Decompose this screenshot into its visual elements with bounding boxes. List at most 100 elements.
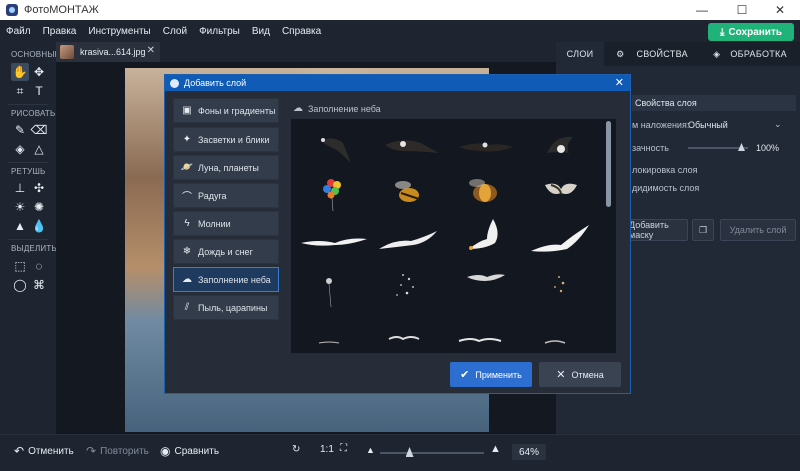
chevron-down-icon[interactable]: ⌄ — [774, 119, 782, 130]
overlay-thumbnail[interactable] — [373, 125, 443, 169]
add-mask-button[interactable]: Добавить маску — [628, 219, 688, 241]
overlay-thumbnail[interactable] — [299, 219, 369, 263]
category-label: Молнии — [198, 218, 231, 229]
rotate-button[interactable]: ↻ — [292, 444, 300, 455]
redo-icon: ↷ — [86, 444, 97, 458]
brightness-tool-icon[interactable]: ☀ — [11, 198, 29, 216]
compare-button[interactable]: ◉ Сравнить — [160, 444, 219, 458]
ellipse-select-icon[interactable]: ◌ — [30, 257, 48, 275]
blur-tool-icon[interactable]: 💧 — [30, 217, 48, 235]
overlay-thumbnail[interactable] — [299, 125, 369, 169]
overlay-thumbnail[interactable] — [449, 171, 519, 215]
gallery-scrollbar[interactable] — [606, 121, 611, 207]
dialog-title-bar: Добавить слой ✕ — [165, 75, 630, 91]
menu-file[interactable]: Файл — [0, 26, 37, 37]
menu-tools[interactable]: Инструменты — [82, 26, 156, 37]
fill-tool-icon[interactable]: ◈ — [11, 140, 29, 158]
polygon-select-icon[interactable]: ⌘ — [30, 276, 48, 294]
apply-button[interactable]: ✔ Применить — [450, 362, 532, 387]
category-sky-fill[interactable]: ☁ Заполнение неба — [173, 267, 279, 292]
overlay-thumbnail[interactable] — [525, 265, 595, 309]
category-rainbow[interactable]: ⌒ Радуга — [173, 183, 279, 208]
overlay-thumbnail[interactable] — [299, 267, 369, 311]
overlay-thumbnail[interactable] — [373, 311, 443, 353]
category-backgrounds[interactable]: ▣ Фоны и градиенты — [173, 98, 279, 123]
text-tool-icon[interactable]: T — [30, 82, 48, 100]
close-icon: ✕ — [556, 369, 566, 381]
overlay-thumbnail[interactable] — [373, 265, 443, 309]
layer-properties-header[interactable]: Свойства слоя — [632, 95, 796, 111]
overlay-thumbnail[interactable] — [373, 219, 443, 263]
toolbox: ОСНОВНЫЕ ✋ ✥ ⌗ T РИСОВАТЬ ✎ ⌫ ◈ △ РЕТУШЬ… — [0, 42, 60, 434]
overlay-gallery[interactable] — [291, 119, 616, 353]
eraser-tool-icon[interactable]: ⌫ — [30, 121, 48, 139]
category-rain-snow[interactable]: ❄ Дождь и снег — [173, 239, 279, 264]
maximize-button[interactable]: ☐ — [722, 0, 762, 20]
overlay-thumbnail[interactable] — [449, 215, 519, 259]
menu-view[interactable]: Вид — [246, 26, 276, 37]
shapes-tool-icon[interactable]: △ — [30, 140, 48, 158]
zoom-in-icon[interactable]: ▲ — [490, 443, 501, 455]
crop-tool-icon[interactable]: ⌗ — [11, 82, 29, 100]
cancel-button[interactable]: ✕ Отмена — [539, 362, 621, 387]
menu-edit[interactable]: Правка — [37, 26, 83, 37]
zoom-out-icon[interactable]: ▲ — [366, 445, 375, 455]
sharpen-tool-icon[interactable]: ▲ — [11, 217, 29, 235]
redo-button[interactable]: ↷ Повторить — [86, 444, 149, 458]
tab-layers[interactable]: СЛОИ — [556, 42, 604, 66]
undo-label: Отменить — [28, 445, 74, 457]
minimize-button[interactable]: — — [682, 0, 722, 20]
menu-layer[interactable]: Слой — [157, 26, 193, 37]
file-tab[interactable]: krasiva...614.jpg ✕ — [56, 42, 160, 62]
menu-help[interactable]: Справка — [276, 26, 327, 37]
lasso-select-icon[interactable]: ◯ — [11, 276, 29, 294]
layer-lock-label[interactable]: локировка слоя — [632, 165, 698, 175]
app-logo-icon — [6, 4, 18, 16]
toolbox-divider — [8, 104, 48, 105]
toolbox-section-select: ВЫДЕЛИТЬ — [11, 244, 57, 253]
category-moon-planets[interactable]: 🪐 Луна, планеты — [173, 155, 279, 180]
save-button[interactable]: ⤓ Сохранить — [708, 23, 794, 41]
overlay-thumbnail[interactable] — [299, 313, 369, 353]
patch-tool-icon[interactable]: ✣ — [30, 179, 48, 197]
gallery-header: ☁ Заполнение неба — [293, 103, 381, 114]
actual-size-button[interactable]: 1:1 — [320, 444, 334, 455]
hand-tool-icon[interactable]: ✋ — [11, 63, 29, 81]
overlay-thumbnail[interactable] — [449, 125, 519, 169]
dodge-tool-icon[interactable]: ✺ — [30, 198, 48, 216]
layer-visibility-label[interactable]: дидимость слоя — [632, 183, 699, 193]
tab-processing[interactable]: ◈ ОБРАБОТКА — [700, 42, 800, 66]
rect-select-icon[interactable]: ⬚ — [11, 257, 29, 275]
overlay-thumbnail[interactable] — [449, 311, 519, 353]
menu-filters[interactable]: Фильтры — [193, 26, 246, 37]
undo-button[interactable]: ↶ Отменить — [14, 444, 74, 458]
zoom-value[interactable]: 64% — [512, 444, 546, 460]
category-lightning[interactable]: ϟ Молнии — [173, 211, 279, 236]
close-tab-icon[interactable]: ✕ — [147, 45, 155, 56]
move-tool-icon[interactable]: ✥ — [30, 63, 48, 81]
blend-mode-select[interactable]: Обычный — [688, 120, 728, 130]
category-dust-scratches[interactable]: ⫽ Пыль, царапины — [173, 295, 279, 320]
overlay-thumbnail[interactable] — [525, 219, 595, 263]
dialog-title: Добавить слой — [184, 78, 247, 88]
zoom-slider-track[interactable] — [380, 452, 484, 454]
stamp-tool-icon[interactable]: ⊥ — [11, 179, 29, 197]
category-light-leaks[interactable]: ✦ Засветки и блики — [173, 127, 279, 152]
blend-mode-label: м наложения: — [632, 120, 690, 130]
fit-screen-button[interactable]: ⛶ — [340, 443, 347, 454]
overlay-thumbnail[interactable] — [525, 125, 595, 169]
eye-icon: ◉ — [160, 444, 171, 458]
overlay-thumbnail[interactable] — [525, 171, 595, 215]
overlay-thumbnail[interactable] — [373, 171, 443, 215]
brush-tool-icon[interactable]: ✎ — [11, 121, 29, 139]
overlay-thumbnail[interactable] — [449, 259, 519, 303]
overlay-thumbnail[interactable] — [299, 171, 369, 215]
delete-layer-button[interactable]: Удалить слой — [720, 219, 796, 241]
tab-properties[interactable]: ⚙ СВОЙСТВА — [606, 42, 698, 66]
overlay-thumbnail[interactable] — [525, 311, 595, 353]
close-window-button[interactable]: ✕ — [760, 0, 800, 20]
lightning-icon: ϟ — [184, 218, 190, 229]
duplicate-layer-button[interactable]: ❐ — [692, 219, 714, 241]
opacity-slider-track[interactable] — [688, 147, 748, 149]
dialog-close-icon[interactable]: ✕ — [615, 76, 624, 89]
